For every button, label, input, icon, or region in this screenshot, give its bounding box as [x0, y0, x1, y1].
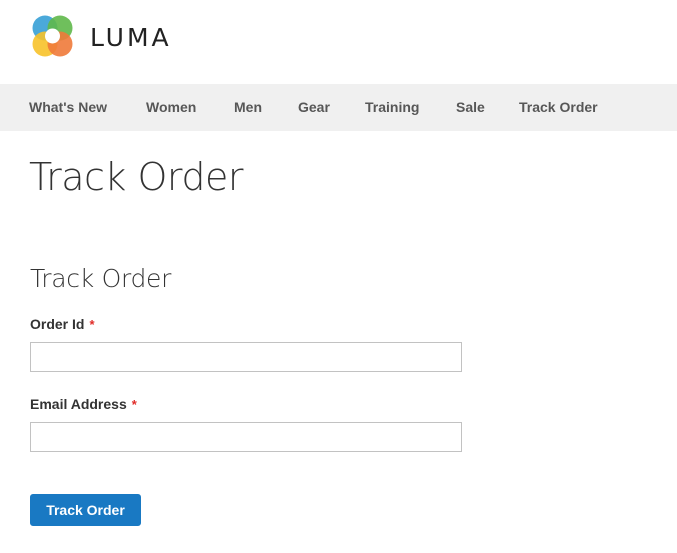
store-logo[interactable]: LUMA [30, 14, 172, 60]
nav-item-whats-new[interactable]: What's New [29, 99, 107, 116]
site-header: LUMA [0, 0, 677, 84]
order-id-label-text: Order Id [30, 316, 85, 332]
nav-item-men[interactable]: Men [234, 99, 262, 116]
nav-item-track-order[interactable]: Track Order [519, 99, 598, 116]
nav-item-sale[interactable]: Sale [456, 99, 485, 116]
email-address-label: Email Address * [30, 396, 137, 413]
required-mark: * [131, 397, 137, 412]
required-mark: * [89, 317, 95, 332]
order-id-input[interactable] [30, 342, 462, 372]
nav-item-training[interactable]: Training [365, 99, 419, 116]
email-address-input[interactable] [30, 422, 462, 452]
order-id-label: Order Id * [30, 316, 95, 333]
track-order-button[interactable]: Track Order [30, 494, 141, 526]
page-title: Track Order [29, 155, 244, 199]
logo-text: LUMA [90, 22, 172, 52]
nav-item-gear[interactable]: Gear [298, 99, 330, 116]
email-address-label-text: Email Address [30, 396, 127, 412]
luma-logo-icon [32, 15, 73, 57]
nav-item-women[interactable]: Women [146, 99, 196, 116]
main-navigation: What's New Women Men Gear Training Sale … [0, 84, 677, 131]
form-legend: Track Order [30, 264, 172, 293]
